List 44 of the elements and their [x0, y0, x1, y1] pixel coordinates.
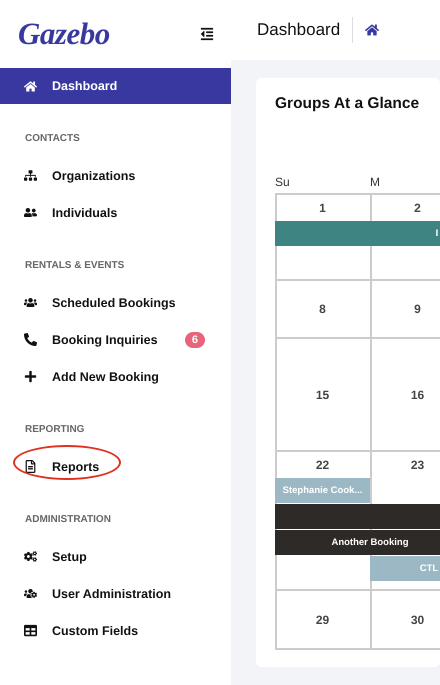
nav-item[interactable]: Reports	[0, 448, 231, 485]
event-bar[interactable]: Another Booking	[275, 530, 440, 555]
collapse-menu-icon[interactable]	[200, 27, 214, 41]
nav-item[interactable]: Custom Fields	[0, 612, 231, 649]
nav-item[interactable]: Scheduled Bookings	[0, 284, 231, 321]
nav-item[interactable]: Dashboard	[0, 68, 231, 104]
section-heading: REPORTING	[24, 423, 86, 437]
section-heading: RENTALS & EVENTS	[24, 259, 126, 273]
nav-item[interactable]: User Administration	[0, 575, 231, 612]
card-title: Groups At a Glance	[275, 95, 420, 114]
nav-item[interactable]: Individuals	[0, 194, 231, 231]
day-number: 15	[316, 388, 330, 402]
document-icon	[23, 460, 38, 473]
day-number: 23	[410, 458, 424, 472]
section-heading: CONTACTS	[24, 132, 81, 146]
day-number: 22	[316, 458, 330, 472]
day-number: 29	[316, 612, 330, 626]
logo: Gazebo	[18, 16, 110, 52]
weekday-label: M	[370, 175, 381, 191]
page-title: Dashboard	[257, 17, 354, 43]
section-heading: ADMINISTRATION	[24, 513, 112, 527]
nav-item[interactable]: Setup	[0, 538, 231, 575]
people-icon	[23, 206, 38, 219]
day-number: 1	[319, 201, 326, 215]
group-icon	[23, 296, 38, 309]
nav-item[interactable]: Add New Booking	[0, 358, 231, 395]
home-icon	[23, 80, 38, 92]
network-icon	[23, 169, 38, 182]
day-number: 2	[414, 201, 421, 215]
user-gear-icon	[23, 587, 38, 600]
day-number: 30	[410, 612, 424, 626]
weekday-label: Su	[275, 175, 291, 191]
day-number: 9	[414, 302, 421, 316]
home-icon[interactable]	[365, 23, 380, 37]
day-number: 16	[410, 388, 424, 402]
nav-item[interactable]: Booking Inquiries 6	[0, 321, 231, 358]
count-badge: 6	[184, 332, 205, 348]
phone-icon	[23, 333, 38, 346]
event-bar[interactable]: I	[275, 221, 440, 246]
day-number: 8	[319, 302, 326, 316]
plus-icon	[23, 370, 38, 383]
table-icon	[23, 624, 38, 637]
gears-icon	[23, 550, 38, 563]
nav-item[interactable]: Organizations	[0, 157, 231, 194]
